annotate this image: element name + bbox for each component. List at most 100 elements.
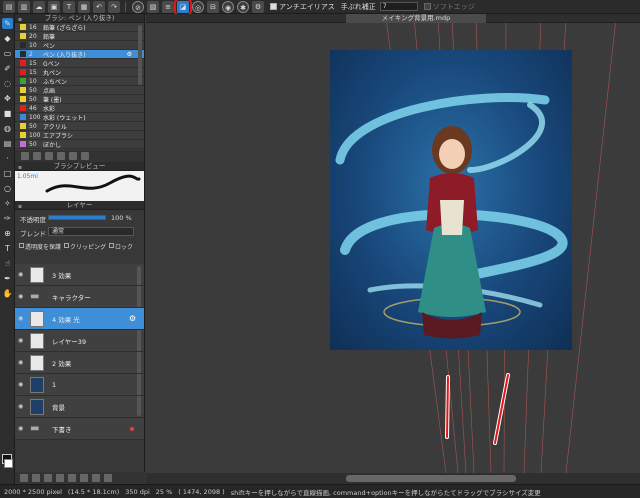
horizontal-scrollbar-thumb[interactable] [346, 475, 516, 482]
lock-checkbox[interactable] [109, 243, 115, 248]
brush-tool-icon[interactable]: ✐ [2, 63, 13, 74]
brush-item[interactable]: 50 ぼかし [15, 140, 144, 149]
opacity-slider[interactable] [48, 215, 106, 220]
eyedropper-tool-icon[interactable]: ✒ [2, 273, 13, 284]
pen-tool-icon[interactable]: ✎ [2, 18, 13, 29]
new-filter-layer-icon[interactable] [44, 474, 52, 482]
layer-row[interactable]: ◉ ▬ キャラクター [15, 286, 144, 308]
layer-row[interactable]: ◉ 2 効果 [15, 352, 144, 374]
eraser-tool-icon[interactable]: ◆ [2, 33, 13, 44]
horizontal-scrollbar[interactable] [146, 473, 640, 484]
layer-row[interactable]: ◉ 3 効果 [15, 264, 144, 286]
clipping-checkbox[interactable] [64, 243, 70, 248]
select-pen-tool-icon[interactable]: ✑ [2, 213, 13, 224]
brush-item[interactable]: 100 エアブラシ [15, 131, 144, 140]
soft-edge-checkbox[interactable] [423, 3, 431, 10]
brush-menu-icon[interactable] [45, 152, 53, 160]
canvas-area[interactable] [146, 23, 640, 473]
document-tab[interactable]: メイキング背景用.mdp [346, 14, 486, 23]
select-rect-tool-icon[interactable]: ▭ [2, 48, 13, 59]
parallel-ruler-icon[interactable]: ⊟ [207, 0, 219, 13]
rect-select-tool-icon[interactable]: □ [2, 168, 13, 179]
brush-item[interactable]: 15 丸ペン [15, 68, 144, 77]
menu-icon[interactable]: ≡ [162, 0, 174, 13]
brush-item[interactable]: 100 水彩 (ウェット) [15, 113, 144, 122]
magic-wand-tool-icon[interactable]: ✧ [2, 198, 13, 209]
visibility-eye-icon[interactable]: ◉ [18, 315, 26, 322]
new-halftone-layer-icon[interactable] [32, 474, 40, 482]
export-icon[interactable]: ▦ [78, 0, 90, 13]
delete-brush-icon[interactable] [81, 152, 89, 160]
brush-size: 10 [29, 77, 37, 85]
layer-row[interactable]: ◉ ▬ 下書き [15, 418, 144, 440]
brush-item[interactable]: 2 ペン (入り抜き) ⚙ [15, 50, 144, 59]
blend-mode-select[interactable]: 通常 [48, 227, 134, 236]
shape-tool-icon[interactable]: ■ [2, 108, 13, 119]
symmetry-ruler-icon[interactable]: ◎ [192, 0, 204, 13]
redo-icon[interactable]: ↷ [108, 0, 120, 13]
brush-item[interactable]: 15 Gペン [15, 59, 144, 68]
layer-row[interactable]: ◉ 背景 [15, 396, 144, 418]
delete-layer-icon[interactable] [104, 474, 112, 482]
cloud-icon[interactable]: ☁ [33, 0, 45, 13]
brush-item[interactable]: 20 鉛筆 [15, 32, 144, 41]
text-icon[interactable]: T [63, 0, 75, 13]
brush-item[interactable]: 10 ふちペン [15, 77, 144, 86]
add-brush-icon[interactable] [21, 152, 29, 160]
brush-settings-icon[interactable] [69, 152, 77, 160]
protect-alpha-checkbox[interactable] [19, 243, 24, 248]
visibility-eye-icon[interactable]: ◉ [18, 403, 26, 410]
visibility-eye-icon[interactable]: ◉ [18, 271, 26, 278]
settings-icon[interactable]: ⚙ [252, 0, 264, 13]
brush-item[interactable]: 50 点画 [15, 86, 144, 95]
brush-panel-title-text: ブラシ: ペン (入り抜き) [44, 14, 115, 22]
new-file-icon[interactable]: ▤ [3, 0, 15, 13]
new-folder-icon[interactable] [56, 474, 64, 482]
brush-settings-gear-icon[interactable]: ⚙ [127, 51, 132, 58]
layer-row[interactable]: ◉ 1 [15, 374, 144, 396]
open-file-icon[interactable]: ▥ [18, 0, 30, 13]
background-color-swatch[interactable] [4, 459, 13, 468]
stabilization-select[interactable]: 7 [379, 2, 418, 11]
layer-menu-icon[interactable] [92, 474, 100, 482]
gradient-tool-icon[interactable]: ▤ [2, 138, 13, 149]
ellipse-select-tool-icon[interactable]: ○ [2, 183, 13, 194]
merge-layer-icon[interactable] [80, 474, 88, 482]
antialias-checkbox[interactable] [270, 3, 277, 10]
visibility-eye-icon[interactable]: ◉ [18, 381, 26, 388]
image-icon[interactable]: ▣ [48, 0, 60, 13]
brush-item[interactable]: 50 アクリル [15, 122, 144, 131]
perspective-ruler-icon[interactable]: ◪ [174, 0, 192, 16]
snap-icon[interactable]: ✱ [237, 0, 249, 13]
visibility-eye-icon[interactable]: ◉ [18, 359, 26, 366]
transform-tool-icon[interactable]: ⊕ [2, 228, 13, 239]
text-tool-icon[interactable]: T [2, 243, 13, 254]
duplicate-layer-icon[interactable] [68, 474, 76, 482]
brush-folder-icon[interactable] [57, 152, 65, 160]
move-tool-icon[interactable]: ✥ [2, 93, 13, 104]
brush-size: 100 [29, 113, 41, 121]
brush-item[interactable]: 50 筆 (墨) [15, 95, 144, 104]
dot-tool-icon[interactable]: · [2, 153, 13, 164]
layer-row[interactable]: ◉ レイヤー39 [15, 330, 144, 352]
concentric-ruler-icon[interactable]: ◉ [222, 0, 234, 13]
undo-icon[interactable]: ↶ [93, 0, 105, 13]
brush-list: 16 鉛筆 (ざらざら) 20 鉛筆 10 ペン 2 ペン (入り抜き) ⚙ 15 Gペン 15 丸ペン… [15, 23, 144, 150]
visibility-eye-icon[interactable]: ◉ [18, 293, 26, 300]
deselect-icon[interactable]: ⊘ [132, 0, 144, 13]
hand-tool-icon[interactable]: ✋ [2, 288, 13, 299]
layer-row[interactable]: ◉ 4 効果 光 ⚙ [15, 308, 144, 330]
copy-brush-icon[interactable] [33, 152, 41, 160]
layer-lock-options: 透明度を保護 クリッピング ロック [19, 242, 133, 251]
visibility-eye-icon[interactable]: ◉ [18, 337, 26, 344]
visibility-eye-icon[interactable]: ◉ [18, 425, 26, 432]
fill-tool-icon[interactable]: ◍ [2, 123, 13, 134]
grid-icon[interactable]: ▧ [147, 0, 159, 13]
lasso-tool-icon[interactable]: ◌ [2, 78, 13, 89]
smudge-tool-icon[interactable]: ☝ [2, 258, 13, 269]
new-layer-icon[interactable] [20, 474, 28, 482]
brush-item[interactable]: 16 鉛筆 (ざらざら) [15, 23, 144, 32]
brush-list-scrollbar[interactable] [138, 25, 142, 85]
layer-settings-gear-icon[interactable]: ⚙ [129, 314, 136, 323]
layer-thumbnail [30, 332, 44, 349]
